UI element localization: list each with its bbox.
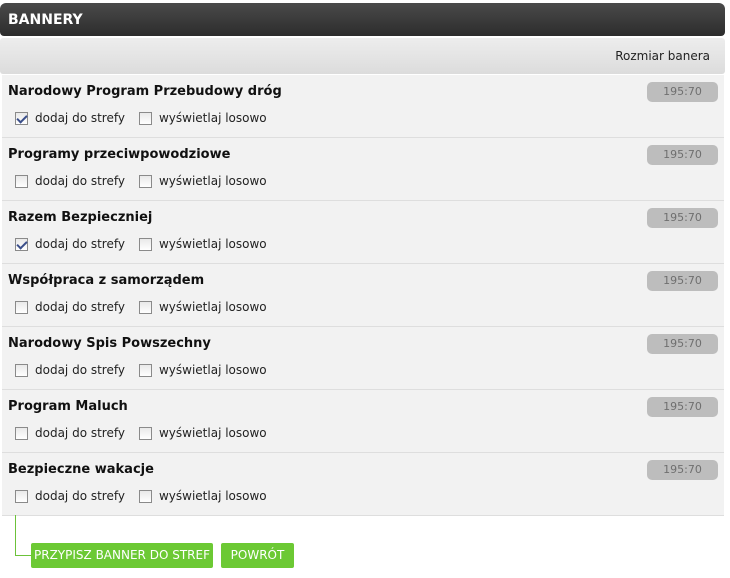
banner-size-badge: 195:70 <box>647 460 718 480</box>
banner-name: Razem Bezpieczniej <box>8 210 153 225</box>
add-to-zones-checkbox[interactable] <box>15 237 28 251</box>
banner-row: Narodowy Program Przebudowy dróg 195:70 do… <box>2 75 724 138</box>
add-to-zones-option[interactable]: dodaj do strefy <box>15 300 125 314</box>
show-random-checkbox[interactable] <box>138 426 152 440</box>
add-to-zones-checkbox[interactable] <box>15 363 28 377</box>
back-button[interactable]: POWRÓT <box>221 543 294 568</box>
banner-size-column-header: Rozmiar banera <box>615 49 710 63</box>
add-to-zones-checkbox[interactable] <box>15 489 28 503</box>
add-to-zones-option[interactable]: dodaj do strefy <box>15 363 125 377</box>
add-to-zones-checkbox[interactable] <box>15 300 28 314</box>
banner-name: Współpraca z samorządem <box>8 273 205 288</box>
banner-row: Program Maluch 195:70 dodaj do strefy wyświ… <box>2 390 724 453</box>
banner-size-badge: 195:70 <box>647 82 718 102</box>
show-random-option[interactable]: wyświetlaj losowo <box>138 237 267 251</box>
show-random-checkbox[interactable] <box>138 111 152 125</box>
banner-row: Narodowy Spis Powszechny 195:70 dodaj do s… <box>2 327 724 390</box>
add-to-zones-checkbox[interactable] <box>15 174 28 188</box>
add-to-zones-label: dodaj do strefy <box>35 489 125 503</box>
action-connector-line <box>15 515 31 556</box>
show-random-option[interactable]: wyświetlaj losowo <box>138 363 267 377</box>
column-header-bar: Rozmiar banera <box>0 38 725 74</box>
show-random-label: wyświetlaj losowo <box>158 489 267 503</box>
add-to-zones-checkbox[interactable] <box>15 426 28 440</box>
banner-size-badge: 195:70 <box>647 145 718 165</box>
show-random-option[interactable]: wyświetlaj losowo <box>138 426 267 440</box>
show-random-checkbox[interactable] <box>138 489 152 503</box>
add-to-zones-option[interactable]: dodaj do strefy <box>15 237 125 251</box>
banner-options: dodaj do strefy wyświetlaj losowo <box>15 489 281 503</box>
add-to-zones-option[interactable]: dodaj do strefy <box>15 426 125 440</box>
banner-row: Współpraca z samorządem 195:70 dodaj do st… <box>2 264 724 327</box>
add-to-zones-option[interactable]: dodaj do strefy <box>15 111 125 125</box>
banner-size-badge: 195:70 <box>647 208 718 228</box>
panel-title-bar: BANNERY <box>0 3 725 36</box>
show-random-checkbox[interactable] <box>138 300 152 314</box>
show-random-option[interactable]: wyświetlaj losowo <box>138 489 267 503</box>
show-random-label: wyświetlaj losowo <box>158 363 267 377</box>
banner-options: dodaj do strefy wyświetlaj losowo <box>15 426 281 440</box>
add-to-zones-label: dodaj do strefy <box>35 300 125 314</box>
banner-size-badge: 195:70 <box>647 271 718 291</box>
show-random-label: wyświetlaj losowo <box>158 237 267 251</box>
show-random-label: wyświetlaj losowo <box>158 426 267 440</box>
panel-title: BANNERY <box>8 12 83 28</box>
banner-options: dodaj do strefy wyświetlaj losowo <box>15 174 281 188</box>
add-to-zones-label: dodaj do strefy <box>35 426 125 440</box>
banner-options: dodaj do strefy wyświetlaj losowo <box>15 237 281 251</box>
assign-banner-button[interactable]: PRZYPISZ BANNER DO STREF <box>31 543 213 568</box>
banner-row: Razem Bezpieczniej 195:70 dodaj do strefy w… <box>2 201 724 264</box>
banner-row: Programy przeciwpowodziowe 195:70 dodaj do… <box>2 138 724 201</box>
banner-options: dodaj do strefy wyświetlaj losowo <box>15 300 281 314</box>
add-to-zones-option[interactable]: dodaj do strefy <box>15 489 125 503</box>
show-random-label: wyświetlaj losowo <box>158 111 267 125</box>
banner-options: dodaj do strefy wyświetlaj losowo <box>15 363 281 377</box>
banner-options: dodaj do strefy wyświetlaj losowo <box>15 111 281 125</box>
banner-name: Program Maluch <box>8 399 128 414</box>
show-random-option[interactable]: wyświetlaj losowo <box>138 300 267 314</box>
show-random-checkbox[interactable] <box>138 237 152 251</box>
show-random-option[interactable]: wyświetlaj losowo <box>138 111 267 125</box>
banner-name: Bezpieczne wakacje <box>8 462 154 477</box>
show-random-checkbox[interactable] <box>138 363 152 377</box>
add-to-zones-label: dodaj do strefy <box>35 237 125 251</box>
banner-size-badge: 195:70 <box>647 397 718 417</box>
add-to-zones-option[interactable]: dodaj do strefy <box>15 174 125 188</box>
banner-name: Narodowy Program Przebudowy dróg <box>8 84 282 99</box>
add-to-zones-label: dodaj do strefy <box>35 174 125 188</box>
add-to-zones-label: dodaj do strefy <box>35 111 125 125</box>
show-random-label: wyświetlaj losowo <box>158 300 267 314</box>
banner-name: Narodowy Spis Powszechny <box>8 336 211 351</box>
show-random-label: wyświetlaj losowo <box>158 174 267 188</box>
add-to-zones-checkbox[interactable] <box>15 111 28 125</box>
show-random-checkbox[interactable] <box>138 174 152 188</box>
banner-name: Programy przeciwpowodziowe <box>8 147 231 162</box>
banner-list: Narodowy Program Przebudowy dróg 195:70 do… <box>2 75 724 516</box>
add-to-zones-label: dodaj do strefy <box>35 363 125 377</box>
banner-row: Bezpieczne wakacje 195:70 dodaj do strefy w… <box>2 453 724 516</box>
show-random-option[interactable]: wyświetlaj losowo <box>138 174 267 188</box>
banner-size-badge: 195:70 <box>647 334 718 354</box>
